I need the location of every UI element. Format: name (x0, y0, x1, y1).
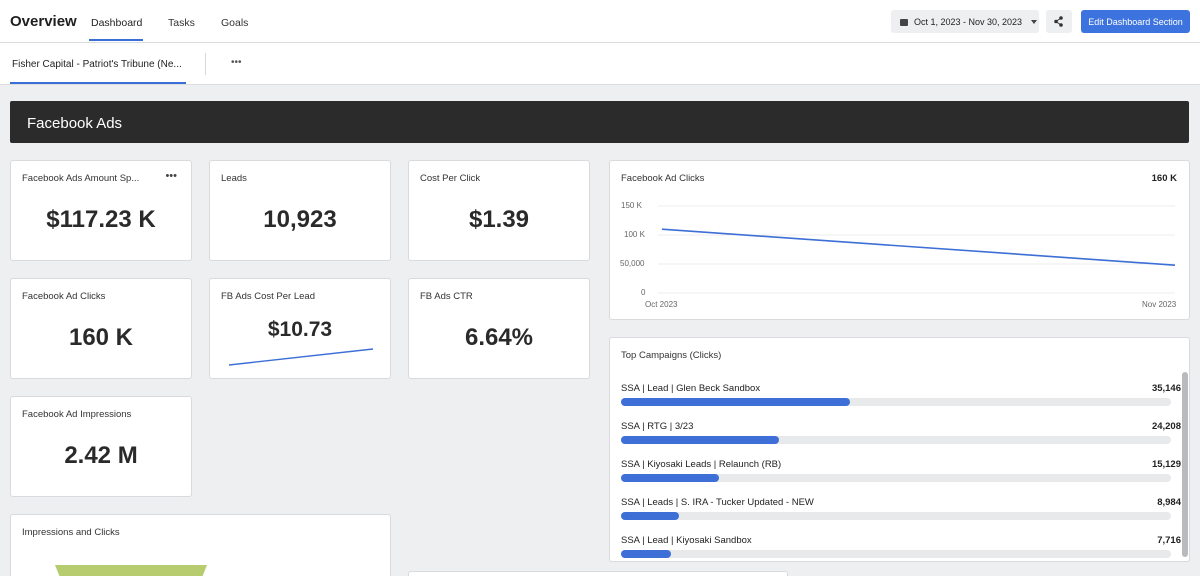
client-tabs-bar: Fisher Capital - Patriot's Tribune (Ne..… (0, 43, 1200, 85)
card (408, 571, 788, 576)
campaign-value: 24,208 (1151, 421, 1181, 432)
campaign-bar (621, 436, 779, 444)
x-tick-label: Oct 2023 (645, 300, 678, 309)
date-range-label: Oct 1, 2023 - Nov 30, 2023 (914, 16, 1023, 27)
card-more-icon[interactable]: ••• (165, 170, 177, 182)
card-value: 2.42 M (64, 442, 138, 469)
campaign-name: SSA | Lead | Kiyosaki Sandbox (621, 535, 752, 546)
client-tab[interactable]: Fisher Capital - Patriot's Tribune (Ne..… (12, 59, 182, 70)
scrollbar[interactable] (1182, 372, 1188, 557)
card-label: Leads (221, 173, 247, 184)
impressions-clicks-card[interactable]: Impressions and Clicks (10, 514, 391, 576)
campaign-value: 7,716 (1157, 535, 1181, 546)
card-label: FB Ads CTR (420, 291, 473, 302)
edit-dashboard-section-button[interactable]: Edit Dashboard Section (1081, 10, 1190, 33)
tab-dashboard[interactable]: Dashboard (91, 17, 142, 29)
funnel-chart (55, 565, 207, 576)
amount-spent-card[interactable]: Facebook Ads Amount Sp... ••• $117.23 K (10, 160, 192, 261)
share-icon (1054, 16, 1063, 27)
chevron-down-icon (1031, 19, 1038, 24)
card-label: Facebook Ad Impressions (22, 409, 132, 420)
top-header: Overview Dashboard Tasks Goals Oct 1, 20… (0, 0, 1200, 43)
page-title: Overview (10, 13, 77, 30)
ad-clicks-chart-card[interactable]: Facebook Ad Clicks 160 K 150 K 100 K 50,… (609, 160, 1190, 320)
y-tick-label: 100 K (624, 230, 646, 239)
campaign-bar-track (621, 398, 1171, 406)
y-tick-label: 0 (641, 288, 646, 297)
share-button[interactable] (1046, 10, 1072, 33)
section-title: Facebook Ads (27, 115, 123, 132)
card-label: Top Campaigns (Clicks) (621, 350, 722, 361)
card-value: 160 K (68, 324, 134, 351)
y-tick-label: 150 K (621, 201, 643, 210)
calendar-icon (900, 18, 908, 26)
card-label: Facebook Ad Clicks (22, 291, 106, 302)
card-label: Facebook Ads Amount Sp... (22, 173, 140, 184)
card-value: $1.39 (468, 206, 530, 233)
campaign-value: 35,146 (1151, 383, 1181, 394)
x-tick-label: Nov 2023 (1142, 300, 1177, 309)
card-value: 6.64% (464, 324, 534, 351)
card-label: Cost Per Click (420, 173, 481, 184)
campaign-name: SSA | RTG | 3/23 (621, 421, 694, 432)
divider (205, 53, 206, 75)
campaign-bar (621, 512, 680, 520)
campaign-value: 8,984 (1157, 497, 1181, 508)
funnel-segment (55, 565, 207, 576)
campaign-name: SSA | Leads | S. IRA - Tucker Updated - … (621, 497, 814, 508)
campaign-bar-track (621, 474, 1171, 482)
campaign-value: 15,129 (1151, 459, 1181, 470)
card-value: $117.23 K (46, 206, 156, 233)
campaign-name: SSA | Lead | Glen Beck Sandbox (621, 383, 761, 394)
y-tick-label: 50,000 (620, 259, 645, 268)
campaign-bar (621, 550, 672, 558)
card-value: 10,923 (263, 206, 337, 233)
campaign-bar-track (621, 512, 1171, 520)
leads-card[interactable]: Leads 10,923 (209, 160, 391, 261)
tab-goals[interactable]: Goals (221, 17, 248, 29)
impressions-card[interactable]: Facebook Ad Impressions 2.42 M (10, 396, 192, 497)
tab-tasks[interactable]: Tasks (168, 17, 195, 29)
campaign-bar (621, 474, 720, 482)
campaign-bar-track (621, 436, 1171, 444)
top-campaigns-card[interactable]: Top Campaigns (Clicks) SSA | Lead | Glen… (609, 337, 1190, 562)
date-range-picker[interactable]: Oct 1, 2023 - Nov 30, 2023 (891, 10, 1039, 33)
sparkline (228, 348, 374, 366)
campaign-bar (621, 398, 850, 406)
section-header: Facebook Ads (10, 101, 1189, 143)
line-chart: 150 K 100 K 50,000 0 Oct 2023 Nov 2023 (620, 201, 1177, 309)
cost-per-lead-card[interactable]: FB Ads Cost Per Lead $10.73 (209, 278, 391, 379)
active-tab-indicator (89, 39, 143, 41)
more-options-icon[interactable]: ••• (231, 57, 242, 68)
cost-per-click-card[interactable]: Cost Per Click $1.39 (408, 160, 590, 261)
ctr-card[interactable]: FB Ads CTR 6.64% (408, 278, 590, 379)
client-tab-indicator (10, 82, 186, 84)
ad-clicks-card[interactable]: Facebook Ad Clicks 160 K (10, 278, 192, 379)
campaign-bar-track (621, 550, 1171, 558)
campaign-name: SSA | Kiyosaki Leads | Relaunch (RB) (621, 459, 782, 470)
